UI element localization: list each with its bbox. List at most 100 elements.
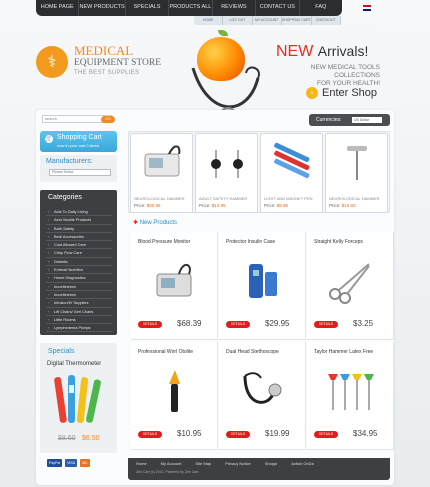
footer-link-site-map[interactable]: Site Map (195, 461, 211, 466)
cart-icon: 🛒 (45, 135, 53, 143)
featured-carousel: NEUROLOGICAL HAMMER Price: $20.95 ADULT … (128, 131, 390, 213)
details-button[interactable]: DETAILS (138, 321, 162, 328)
product-name[interactable]: Professional Wnrl Otolite (138, 349, 193, 355)
paypal-icon: PayPal (47, 459, 63, 467)
carousel-item-price: Price: $10.60 (329, 203, 356, 208)
hero-sub1: NEW MEDICAL TOOLS COLLECTIONS (310, 64, 380, 79)
product-card[interactable]: Dual Head Stethoscope DETAILS $19.99 (219, 342, 306, 450)
category-item[interactable]: Bed/ Accessories (46, 233, 112, 242)
product-name[interactable]: Blood Pressure Monitor (138, 239, 190, 245)
footer: Home My Account Site Map Privacy Notice … (128, 458, 390, 480)
product-price: $19.99 (265, 429, 290, 438)
hero-arrivals: Arrivals! (317, 43, 369, 59)
category-item[interactable]: Infusion/IV Supplies (46, 299, 112, 308)
category-item[interactable]: Little Rooms (46, 316, 112, 325)
footer-link-my-account[interactable]: My Account (161, 461, 182, 466)
copyright: Zen Cart (c) 2010. Powered by Zen Cart (136, 470, 199, 474)
subnav-home[interactable]: HOME (194, 16, 224, 25)
thermometer-image[interactable] (49, 373, 107, 429)
enter-shop-button[interactable]: › Enter Shop (306, 87, 377, 99)
subnav-checkout[interactable]: CHECKOUT (312, 16, 341, 25)
special-product-name[interactable]: Digital Thermometer (47, 361, 101, 367)
specials-box: Specials Digital Thermometer $8.60 $6.50 (40, 343, 117, 453)
footer-link-home[interactable]: Home (136, 461, 147, 466)
price-label: Price: (134, 203, 146, 208)
details-button[interactable]: DETAILS (226, 431, 250, 438)
product-name[interactable]: Protector Insulin Case (226, 239, 275, 245)
apple-leaf-icon (218, 30, 228, 36)
category-item[interactable]: Enteral/ Nutrition (46, 266, 112, 275)
nav-contact-us[interactable]: CONTACT US (256, 0, 300, 16)
product-card[interactable]: Professional Wnrl Otolite DETAILS $10.95 (131, 342, 218, 450)
price-value: $20.95 (146, 203, 161, 208)
price-label: Price: (264, 203, 276, 208)
carousel-item-price: Price: $9.95 (264, 203, 288, 208)
category-item[interactable]: Home Diagnostics (46, 274, 112, 283)
category-item[interactable]: Incontinence (46, 283, 112, 291)
nav-reviews[interactable]: REVIEWS (213, 0, 257, 16)
category-item[interactable]: Crisp Flow Care (46, 249, 112, 258)
product-card[interactable]: Blood Pressure Monitor DETAILS $68.39 (131, 232, 218, 340)
forceps-image (329, 263, 370, 304)
carousel-item[interactable]: LIGHT AND MAGNET PEN Price: $9.95 (260, 133, 323, 213)
details-button[interactable]: DETAILS (314, 431, 338, 438)
neuro-hammer-image (347, 146, 367, 180)
category-item[interactable]: Diabetic (46, 258, 112, 267)
footer-link-privacy[interactable]: Privacy Notice (225, 461, 251, 466)
subnav-shopping-cart[interactable]: SHOPPING CART (282, 16, 312, 25)
category-item[interactable]: Lymphedema Pumps (46, 324, 112, 333)
carousel-item-name: NEUROLOGICAL HAMMER (134, 196, 185, 201)
nav-new-products[interactable]: NEW PRODUCTS (79, 0, 126, 16)
categories-box: Categories Aids To Daily Living Aero Mob… (40, 190, 117, 335)
cart-summary: now in your cart 0 items (57, 143, 100, 148)
category-item[interactable]: Incontinence (46, 291, 112, 300)
uk-flag-icon[interactable] (363, 5, 371, 11)
new-products-grid: Blood Pressure Monitor DETAILS $68.39 Pr… (131, 232, 394, 454)
special-new-price: $6.50 (82, 435, 100, 442)
footer-link-6[interactable]: Action OnDa (291, 461, 314, 466)
category-item[interactable]: Aids To Daily Living (46, 208, 112, 217)
top-navigation: HOME PAGE NEW PRODUCTS SPECIALS PRODUCTS… (36, 0, 342, 16)
footer-links: Home My Account Site Map Privacy Notice … (136, 461, 314, 466)
carousel-item-price: Price: $12.95 (199, 203, 226, 208)
carousel-item[interactable]: ADULT SAFETY HAMMER Price: $12.95 (195, 133, 258, 213)
product-card[interactable]: Taylor Hammer Latex Free DETAILS $34.95 (307, 342, 394, 450)
nav-faq[interactable]: FAQ (300, 0, 342, 16)
carousel-item[interactable]: NEUROLOGICAL HAMMER Price: $20.95 (130, 133, 193, 213)
store-logo[interactable]: ⚕ MEDICAL EQUIPMENT STORE THE BEST SUPPL… (36, 43, 176, 83)
manufacturers-title: Manufacturers: (46, 158, 93, 165)
arrow-right-icon: › (306, 87, 318, 99)
categories-title: Categories (48, 194, 82, 201)
price-value: $10.60 (341, 203, 356, 208)
category-item[interactable]: Bath Safety (46, 225, 112, 233)
subnav-my-account[interactable]: MY ACCOUNT (253, 16, 282, 25)
nav-specials[interactable]: SPECIALS (126, 0, 170, 16)
nav-products-all[interactable]: PRODUCTS ALL (169, 0, 213, 16)
product-name[interactable]: Straight Kelly Forceps (314, 239, 363, 245)
details-button[interactable]: DETAILS (226, 321, 250, 328)
category-item[interactable]: Aero Mobile Products (46, 216, 112, 225)
currency-select[interactable]: US Dollar (352, 117, 382, 123)
search-button[interactable]: GO (101, 116, 115, 123)
manufacturers-select[interactable]: Please Select (49, 169, 111, 176)
taylor-hammer-image (328, 374, 374, 410)
pen-light-image (274, 142, 310, 179)
nav-home-page[interactable]: HOME PAGE (36, 0, 80, 16)
shopping-cart-box[interactable]: 🛒 Shopping Cart now in your cart 0 items (40, 131, 117, 152)
details-button[interactable]: DETAILS (138, 431, 162, 438)
account-subnav: HOME LOG OUT MY ACCOUNT SHOPPING CART CH… (194, 16, 341, 25)
footer-link-5[interactable]: Shoppl (265, 461, 277, 466)
product-name[interactable]: Taylor Hammer Latex Free (314, 349, 373, 355)
logo-line2: EQUIPMENT STORE (74, 58, 162, 68)
product-name[interactable]: Dual Head Stethoscope (226, 349, 279, 355)
blood-pressure-monitor-image (144, 145, 181, 177)
subnav-log-out[interactable]: LOG OUT (223, 16, 253, 25)
carousel-item-name: NEUROLOGICAL HAMMER (329, 196, 380, 201)
product-card[interactable]: Protector Insulin Case DETAILS $29.95 (219, 232, 306, 340)
price-label: Price: (329, 203, 341, 208)
product-card[interactable]: Straight Kelly Forceps DETAILS $3.25 (307, 232, 394, 340)
carousel-item[interactable]: NEUROLOGICAL HAMMER Price: $10.60 (325, 133, 388, 213)
category-item[interactable]: Lift Chairs/ Geri Chairs (46, 308, 112, 316)
details-button[interactable]: DETAILS (314, 321, 338, 328)
category-item[interactable]: Cost Allowed Care (46, 241, 112, 250)
